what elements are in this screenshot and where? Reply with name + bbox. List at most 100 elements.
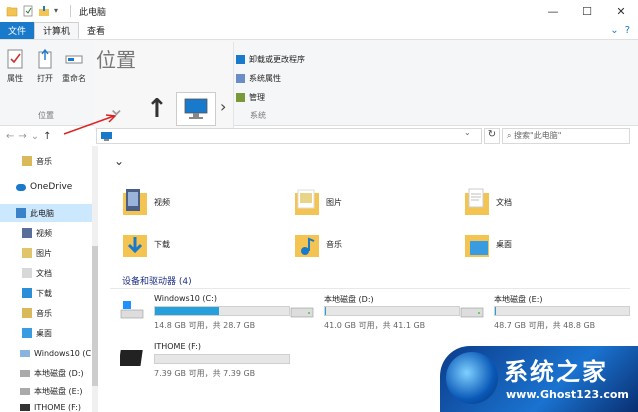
drive-f[interactable]: ITHOME (F:) 7.39 GB 可用，共 7.39 GB: [120, 342, 290, 378]
scrollbar-thumb[interactable]: [92, 246, 98, 386]
collapse-section-icon[interactable]: ⌄: [114, 154, 124, 168]
drive-usage-bar: [154, 306, 290, 316]
music-icon: [22, 308, 32, 318]
nav-item-downloads[interactable]: 下载: [0, 284, 98, 302]
search-input[interactable]: ⌕ 搜索"此电脑": [502, 128, 630, 144]
minimize-button[interactable]: —: [536, 0, 570, 22]
maximize-button[interactable]: ☐: [570, 0, 604, 22]
folder-desktop[interactable]: 桌面: [464, 224, 584, 264]
rename-button[interactable]: 重命名: [62, 48, 86, 84]
group-location-label: 位置: [38, 111, 54, 120]
uninstall-label: 卸载或更改程序: [249, 55, 305, 64]
address-dropdown-icon[interactable]: ⌄: [464, 128, 471, 137]
folder-videos[interactable]: 视频: [122, 182, 242, 222]
drive-usage-fill: [325, 307, 327, 315]
up-arrow-icon[interactable]: ↑: [146, 94, 168, 124]
drive-size: 7.39 GB 可用，共 7.39 GB: [154, 369, 256, 378]
chevron-down-icon[interactable]: ▾: [54, 5, 66, 17]
up-arrow-icon[interactable]: ↑: [43, 131, 51, 142]
window-title: 此电脑: [79, 7, 107, 18]
drive-usage-fill: [495, 307, 497, 315]
uninstall-program-button[interactable]: 卸载或更改程序: [236, 50, 305, 69]
drive-name: 本地磁盘 (E:): [494, 295, 543, 304]
folder-music[interactable]: 音乐: [294, 224, 414, 264]
drive-usage-bar: [494, 306, 630, 316]
back-arrow-icon[interactable]: ←: [6, 131, 14, 142]
download-folder-icon: [123, 235, 147, 257]
system-properties-label: 系统属性: [249, 74, 281, 83]
nav-item-label: OneDrive: [30, 182, 73, 192]
watermark-emblem-icon: [446, 352, 498, 404]
nav-item-label: 图片: [36, 248, 52, 258]
nav-item-pictures[interactable]: 图片: [0, 244, 98, 262]
manage-button[interactable]: 管理: [236, 88, 305, 107]
system-group: 卸载或更改程序 系统属性 管理: [236, 50, 305, 107]
refresh-button[interactable]: ↻: [484, 128, 500, 144]
help-icon[interactable]: ?: [625, 25, 630, 36]
address-row: ← → ⌄ ↑ ⌄ ↻ ⌕ 搜索"此电脑": [0, 126, 638, 146]
title-bar: ▾ 此电脑 — ☐ ✕: [0, 0, 638, 22]
drive-icon: [20, 403, 30, 411]
music-icon: [22, 156, 32, 166]
nav-item-label: 桌面: [36, 328, 52, 338]
drive-usage-bar: [154, 354, 290, 364]
folder-pictures[interactable]: 图片: [294, 182, 414, 222]
chevron-right-icon[interactable]: ›: [220, 97, 226, 116]
devices-section-title[interactable]: 设备和驱动器 (4): [122, 274, 192, 287]
search-icon: ⌕: [507, 131, 515, 140]
download-icon: [22, 288, 32, 298]
nav-item-music[interactable]: 音乐: [0, 152, 98, 170]
nav-item-label: 文档: [36, 268, 52, 278]
nav-item-drive-f[interactable]: ITHOME (F:): [0, 398, 98, 412]
properties-button[interactable]: 属性: [6, 48, 24, 84]
drive-d[interactable]: 本地磁盘 (D:) 41.0 GB 可用，共 41.1 GB: [290, 294, 460, 330]
search-placeholder: 搜索"此电脑": [514, 131, 562, 140]
drive-icon: [460, 307, 484, 318]
open-button[interactable]: 打开: [36, 48, 54, 84]
drive-size: 14.8 GB 可用，共 28.7 GB: [154, 321, 256, 330]
folder-name: 图片: [326, 197, 342, 207]
drive-size: 48.7 GB 可用，共 48.8 GB: [494, 321, 596, 330]
nav-item-this-pc[interactable]: 此电脑: [0, 204, 98, 222]
nav-item-label: 音乐: [36, 156, 52, 166]
new-folder-quick-icon[interactable]: [38, 5, 50, 17]
nav-item-desktop[interactable]: 桌面: [0, 324, 98, 342]
close-button[interactable]: ✕: [604, 0, 638, 22]
picture-icon: [22, 248, 32, 258]
tab-computer[interactable]: 计算机: [34, 22, 80, 39]
explorer-app-icon: [6, 5, 18, 17]
nav-item-drive-c[interactable]: Windows10 (C:): [0, 344, 98, 362]
nav-item-videos[interactable]: 视频: [0, 224, 98, 242]
drive-e[interactable]: 本地磁盘 (E:) 48.7 GB 可用，共 48.8 GB: [460, 294, 630, 330]
properties-icon: [7, 49, 23, 69]
document-folder-icon: [465, 188, 489, 215]
properties-label: 属性: [7, 74, 23, 83]
quick-access-toolbar: ▾: [0, 5, 71, 17]
open-label: 打开: [37, 74, 53, 83]
recent-chevron-icon[interactable]: ⌄: [31, 131, 39, 142]
drive-usage-bar: [324, 306, 460, 316]
tab-view[interactable]: 查看: [79, 22, 113, 39]
folder-documents[interactable]: 文档: [464, 182, 584, 222]
nav-item-documents[interactable]: 文档: [0, 264, 98, 282]
tab-file[interactable]: 文件: [0, 22, 35, 39]
nav-item-music-2[interactable]: 音乐: [0, 304, 98, 322]
navigation-scrollbar[interactable]: [92, 146, 98, 412]
zoom-title: 位置: [96, 48, 136, 72]
ribbon-right-controls: ⌄ ?: [610, 25, 630, 36]
nav-item-drive-d[interactable]: 本地磁盘 (D:): [0, 364, 98, 382]
drive-size: 41.0 GB 可用，共 41.1 GB: [324, 321, 426, 330]
collapse-ribbon-icon[interactable]: ⌄: [610, 25, 618, 36]
computer-icon: [101, 132, 112, 141]
nav-item-onedrive[interactable]: OneDrive: [0, 178, 98, 196]
picture-folder-icon: [295, 189, 319, 215]
navigation-pane: 音乐 OneDrive 此电脑 视频 图片 文档 下载 音乐 桌面 Window…: [0, 146, 98, 412]
section-divider: [110, 288, 630, 289]
drive-icon: [20, 387, 30, 395]
drive-c[interactable]: Windows10 (C:) 14.8 GB 可用，共 28.7 GB: [120, 294, 290, 330]
forward-arrow-icon[interactable]: →: [18, 131, 26, 142]
folder-downloads[interactable]: 下载: [122, 224, 242, 264]
address-bar[interactable]: [96, 128, 482, 144]
properties-quick-icon[interactable]: [22, 5, 34, 17]
system-properties-button[interactable]: 系统属性: [236, 69, 305, 88]
